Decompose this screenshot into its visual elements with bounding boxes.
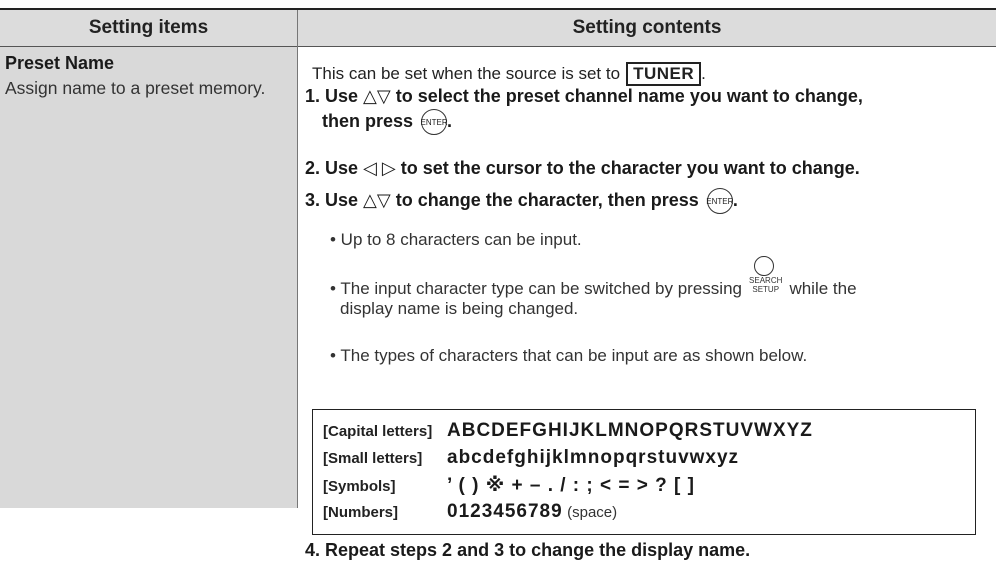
char-values: 0123456789 <box>447 501 563 522</box>
step-1-line-1: 1. Use △▽ to select the preset channel n… <box>305 86 863 106</box>
bullet-1: • Up to 8 characters can be input. <box>330 230 582 249</box>
bullet-2-post: while the <box>789 279 857 298</box>
char-values: ’ ( ) ※ + – . / : ; < = > ? [ ] <box>447 475 695 496</box>
char-label: [Capital letters] <box>323 423 433 440</box>
char-label: [Numbers] <box>323 504 399 521</box>
char-label: [Small letters] <box>323 450 423 467</box>
char-row-symbols: [Symbols] ’ ( ) ※ + – . / : ; < = > ? [ ] <box>323 474 695 497</box>
step-1-line-2: then press <box>322 110 414 131</box>
space-note: (space) <box>567 504 618 521</box>
bullet-2-pre: • The input character type can be switch… <box>330 279 742 298</box>
setting-contents-heading: Setting contents <box>572 17 722 38</box>
setting-item-cell: Preset Name Assign name to a preset memo… <box>0 47 297 508</box>
step-3: 3. Use △▽ to change the character, then … <box>305 188 738 214</box>
search-label: SEARCH <box>749 276 783 285</box>
char-label: [Symbols] <box>323 478 396 495</box>
setup-label: SETUP <box>752 285 780 294</box>
search-setup-button-icon: SEARCH SETUP <box>749 256 783 298</box>
char-row-capital: [Capital letters] ABCDEFGHIJKLMNOPQRSTUVW… <box>323 420 813 442</box>
intro-end: . <box>701 64 706 83</box>
step-3-text: 3. Use △▽ to change the character, then … <box>305 189 699 210</box>
setting-items-heading: Setting items <box>88 17 209 38</box>
item-title: Preset Name <box>5 53 115 73</box>
enter-button-icon: ENTER <box>706 188 733 214</box>
item-description: Assign name to a preset memory. <box>5 78 266 98</box>
table-header: Setting items Setting contents <box>0 10 996 47</box>
intro-line: This can be set when the source is set t… <box>312 62 706 86</box>
character-types-box: [Capital letters] ABCDEFGHIJKLMNOPQRSTUVW… <box>312 409 976 535</box>
intro-text: This can be set when the source is set t… <box>312 64 621 83</box>
char-row-numbers: [Numbers] 0123456789 (space) <box>323 501 617 523</box>
step-1: 1. Use △▽ to select the preset channel n… <box>305 86 863 135</box>
bullet-3: • The types of characters that can be in… <box>330 346 808 365</box>
bullet-2-line-2: display name is being changed. <box>340 299 579 318</box>
char-row-small: [Small letters] abcdefghijklmnopqrstuvwxy… <box>323 447 739 469</box>
search-button-circle <box>753 256 774 276</box>
tuner-key-icon: TUNER <box>626 62 702 86</box>
char-values: ABCDEFGHIJKLMNOPQRSTUVWXYZ <box>447 420 813 441</box>
step-4: 4. Repeat steps 2 and 3 to change the di… <box>305 540 751 560</box>
enter-button-icon: ENTER <box>420 109 448 135</box>
char-values: abcdefghijklmnopqrstuvwxyz <box>447 447 740 468</box>
bullet-2: • The input character type can be switch… <box>330 256 857 319</box>
column-divider <box>297 10 298 508</box>
step-2: 2. Use ◁ ▷ to set the cursor to the char… <box>305 158 860 178</box>
